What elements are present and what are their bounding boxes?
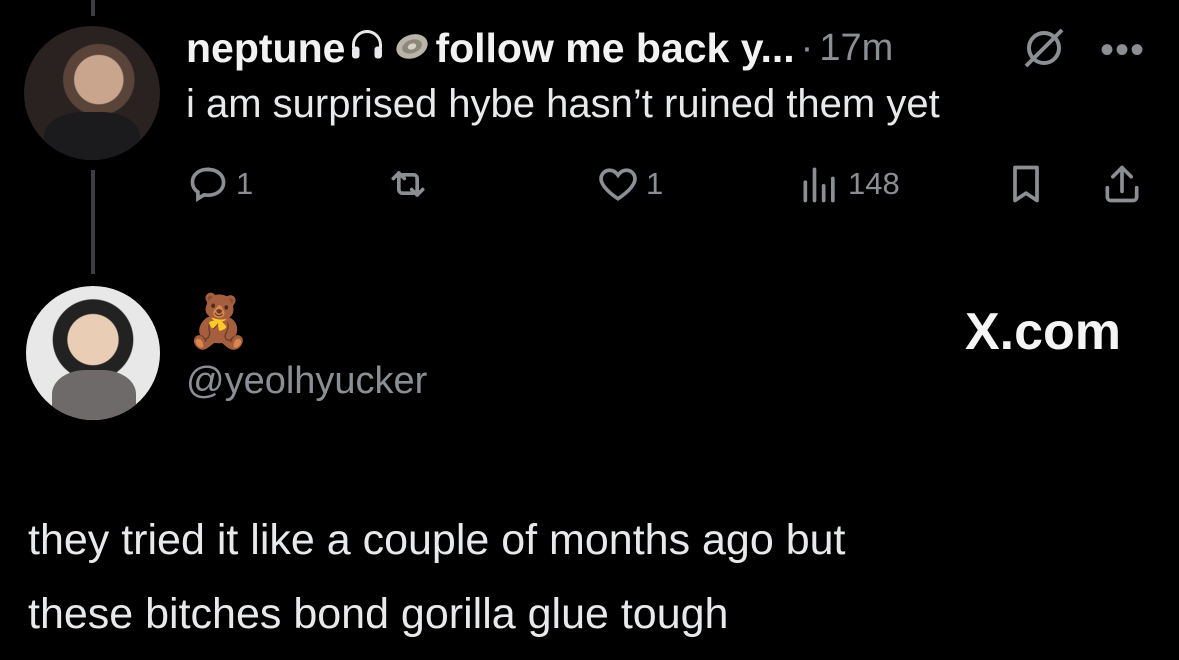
reply-button[interactable]: 1 [186,162,253,206]
retweet-button[interactable] [386,162,436,206]
author-name-suffix[interactable]: follow me back y... [435,25,794,72]
reply-text: they tried it like a couple of months ag… [28,503,845,651]
reply-icon [190,167,226,202]
avatar-yeolhyucker[interactable] [26,286,160,420]
timestamp[interactable]: 17m [819,27,893,70]
views-count: 148 [848,166,900,201]
teddy-bear-emoji: 🧸 [186,293,251,351]
share-icon [1105,165,1139,203]
heart-icon [599,168,637,201]
share-button[interactable] [1100,162,1144,206]
more-icon[interactable]: ••• [1100,30,1145,70]
bookmark-icon [1013,165,1039,203]
reply-line-2: these bitches bond gorilla glue tough [28,590,729,638]
views-icon [803,167,835,203]
retweet-icon [391,171,425,197]
bookmark-button[interactable] [1004,162,1048,206]
thread-line-top [91,0,95,16]
like-count: 1 [646,166,664,201]
views-button[interactable]: 148 [798,162,900,206]
oyster-icon [393,27,431,69]
avatar-neptune[interactable] [24,26,160,160]
reply-count: 1 [236,166,254,201]
author-name[interactable]: neptune [186,25,345,72]
tweet-header: neptune follow me back y... · 17m [186,22,893,74]
tweet-actions: 1 1 148 [0,162,1179,210]
reply-line-1: they tried it like a couple of months ag… [28,516,846,564]
grok-icon[interactable] [1020,24,1068,72]
separator-dot: · [800,26,814,69]
like-button[interactable]: 1 [596,162,663,206]
source-label: X.com [964,303,1121,361]
headphones-icon [349,27,385,69]
tweet-text: i am surprised hybe hasn’t ruined them y… [186,82,940,126]
user-handle[interactable]: @yeolhyucker [186,360,427,403]
